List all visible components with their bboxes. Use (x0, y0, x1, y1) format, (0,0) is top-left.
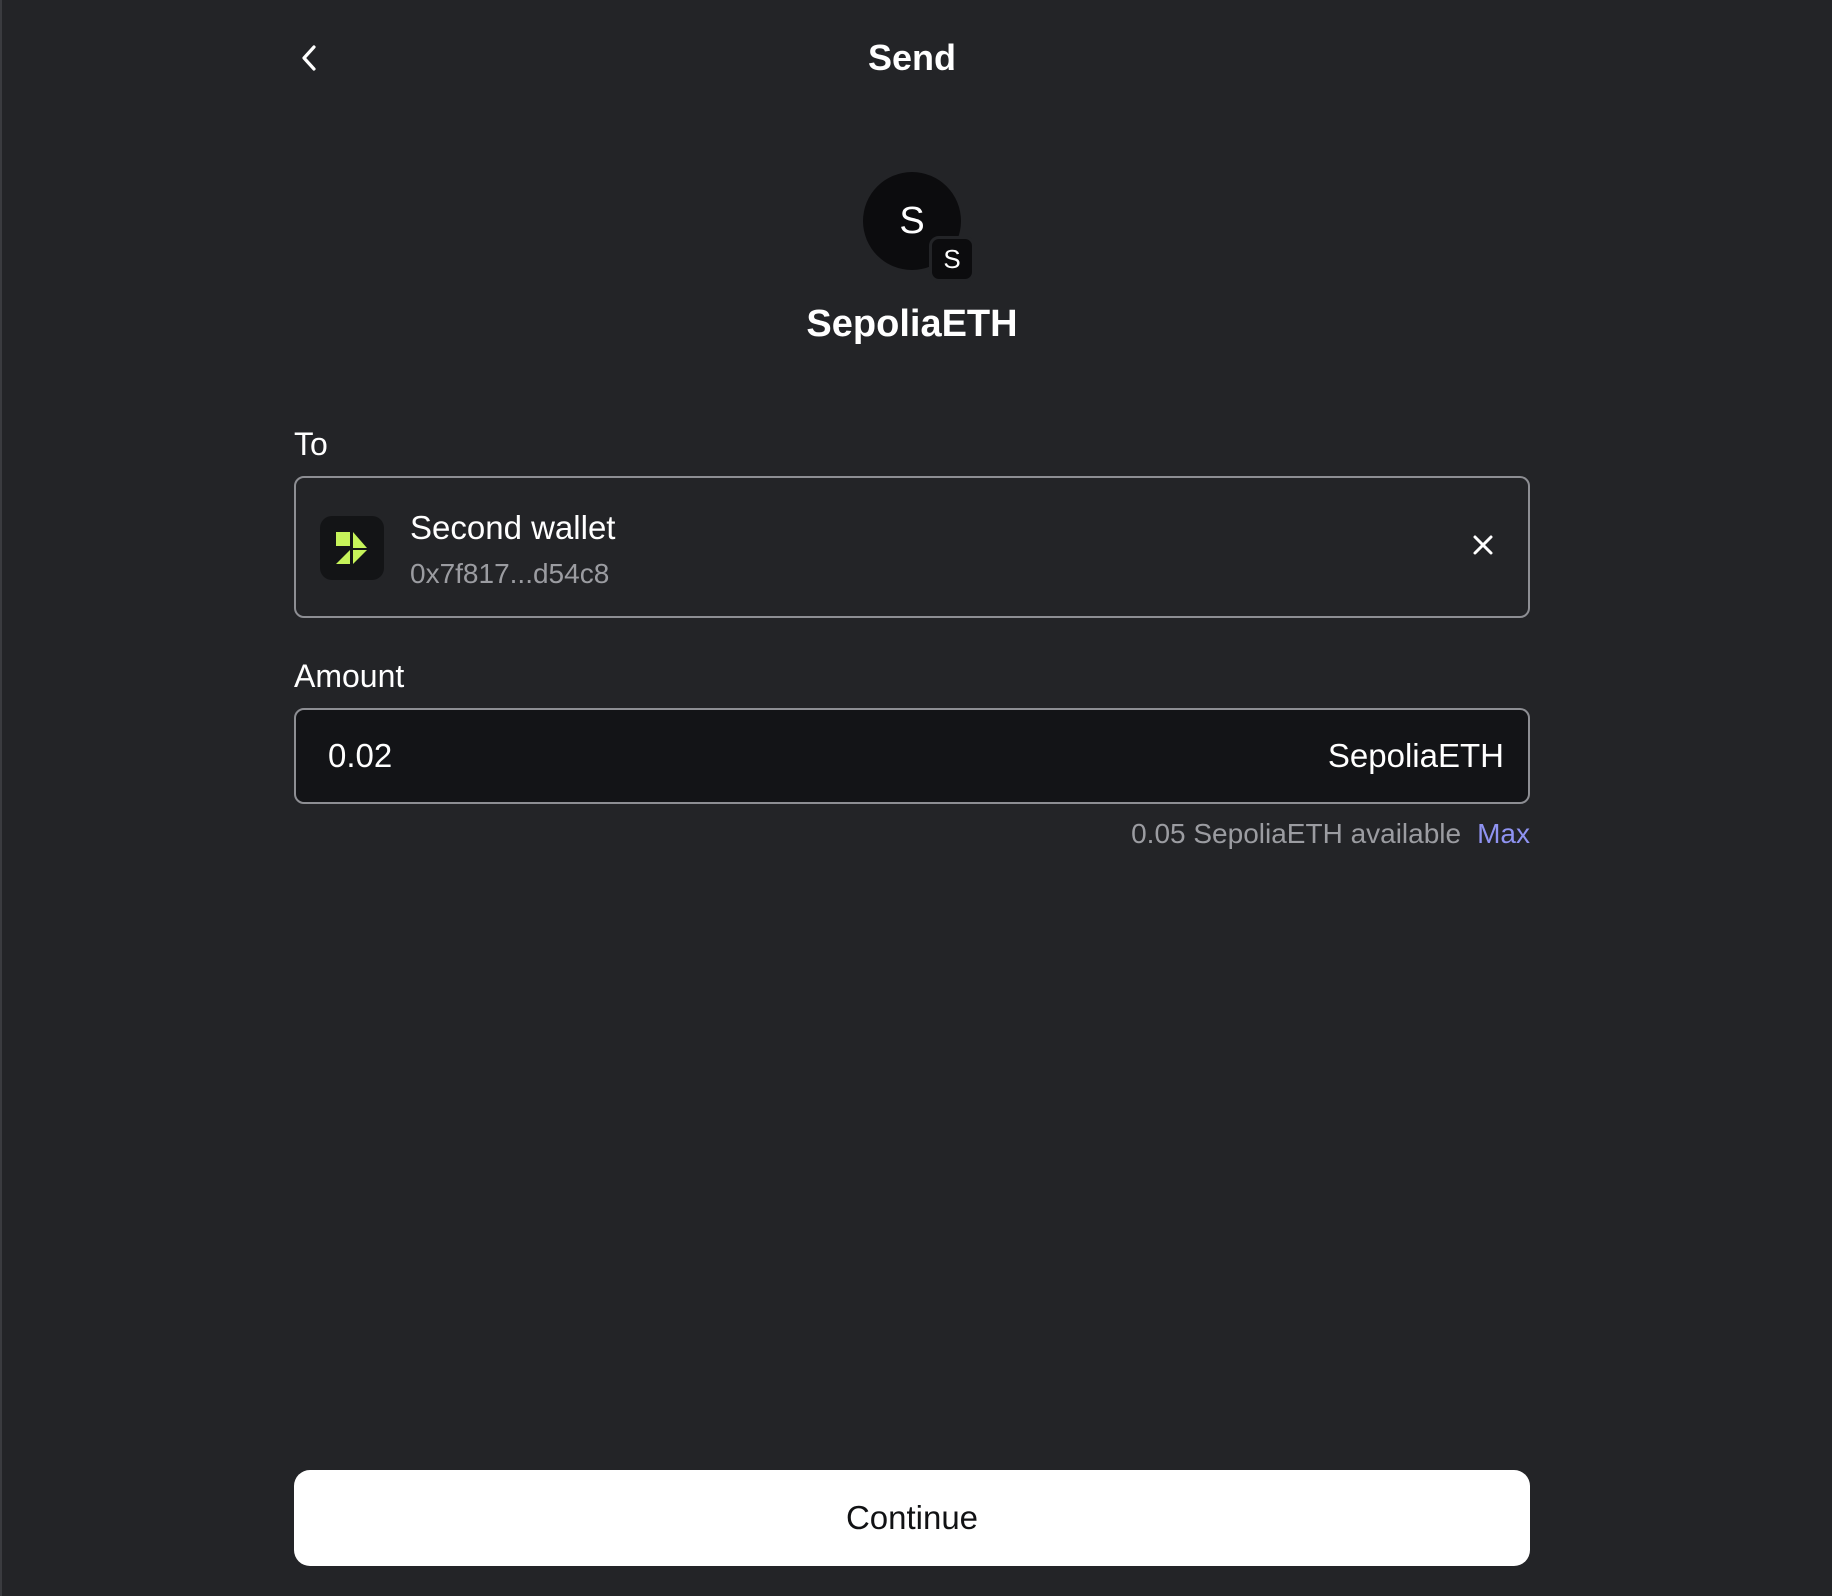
network-badge-letter: S (943, 243, 961, 274)
network-badge: S (929, 236, 975, 282)
continue-button[interactable]: Continue (294, 1470, 1530, 1566)
token-name: SepoliaETH (806, 303, 1018, 345)
send-screen: Send S S SepoliaETH To Second wallet 0x7… (0, 0, 1832, 1596)
wallet-logo-icon (320, 516, 384, 580)
recipient-field[interactable]: Second wallet 0x7f817...d54c8 (294, 476, 1530, 618)
amount-field[interactable]: SepoliaETH (294, 708, 1530, 804)
send-form: Send S S SepoliaETH To Second wallet 0x7… (294, 0, 1530, 1596)
page-title: Send (867, 37, 956, 78)
amount-label: Amount (294, 658, 405, 694)
recipient-wallet-name: Second wallet (410, 509, 616, 546)
recipient-wallet-address: 0x7f817...d54c8 (410, 558, 610, 589)
amount-input[interactable] (328, 732, 1128, 780)
available-balance: 0.05 SepoliaETH available (1131, 818, 1462, 849)
to-label: To (294, 426, 328, 462)
amount-unit: SepoliaETH (1327, 737, 1504, 774)
available-balance-row: 0.05 SepoliaETH available Max (1131, 816, 1530, 852)
max-button[interactable]: Max (1477, 816, 1530, 852)
clear-recipient-button[interactable] (1460, 524, 1506, 570)
token-avatar-letter: S (899, 199, 925, 242)
window-edge (0, 0, 2, 1596)
close-icon (1472, 534, 1494, 561)
header: Send (294, 22, 1530, 98)
